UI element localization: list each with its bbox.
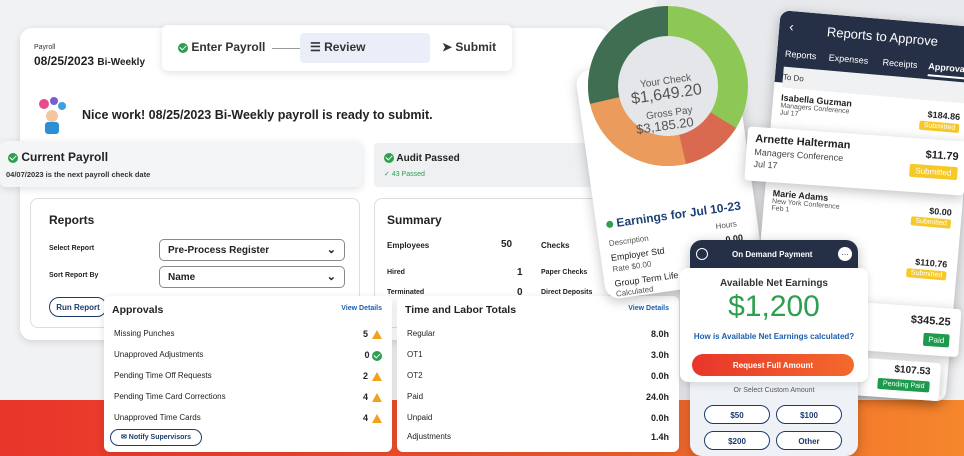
how-calculated-link[interactable]: How is Available Net Earnings calculated… xyxy=(680,332,868,341)
approvals-row[interactable]: Pending Time Card Corrections 4 xyxy=(104,392,392,403)
status-badge: Submitted xyxy=(906,268,947,281)
available-earnings-amount: $1,200 xyxy=(728,290,820,323)
step-review[interactable]: ☰ Review xyxy=(300,33,430,63)
run-report-button[interactable]: Run Report xyxy=(49,297,107,317)
list-icon: ☰ xyxy=(310,40,321,54)
approvals-row[interactable]: Missing Punches 5 xyxy=(104,329,392,340)
on-demand-title: On Demand Payment xyxy=(732,250,813,259)
status-badge: Paid xyxy=(922,332,950,348)
report-item[interactable]: Marie Adams New York Conference Feb 1 $0… xyxy=(770,188,953,244)
warning-icon xyxy=(372,414,382,424)
time-row: OT2 0.0h xyxy=(407,371,669,381)
terminated-label: Terminated xyxy=(387,289,425,296)
status-dot-icon xyxy=(605,220,614,229)
time-row: Adjustments 1.4h xyxy=(407,432,669,442)
chevron-down-icon: ⌄ xyxy=(326,244,336,256)
status-badge: Submitted xyxy=(909,163,958,181)
approvals-card: Approvals View Details Missing Punches 5 … xyxy=(104,296,392,452)
time-row: Paid 24.0h xyxy=(407,392,669,402)
warning-icon xyxy=(372,372,382,382)
chevron-down-icon: ⌄ xyxy=(326,271,336,283)
earnings-description-header: Description xyxy=(608,233,650,249)
amount-100-button[interactable]: $100 xyxy=(776,405,842,424)
approvals-title: Approvals xyxy=(112,304,164,316)
employees-value: 50 xyxy=(501,239,513,250)
checks-label: Checks xyxy=(541,241,570,250)
status-badge: Pending Paid xyxy=(877,377,930,393)
amount-other-button[interactable]: Other xyxy=(776,431,842,450)
warning-icon xyxy=(372,393,382,403)
time-row: OT1 3.0h xyxy=(407,350,669,360)
mail-icon: ✉ xyxy=(120,434,127,441)
sort-report-dropdown[interactable]: Name ⌄ xyxy=(159,266,345,288)
approvals-row[interactable]: Pending Time Off Requests 2 xyxy=(104,371,392,382)
time-row: Unpaid 0.0h xyxy=(407,413,669,423)
approvals-row[interactable]: Unapproved Adjustments 0 xyxy=(104,350,392,361)
time-labor-view-details[interactable]: View Details xyxy=(628,305,669,312)
user-icon[interactable] xyxy=(696,248,708,260)
check-circle-icon xyxy=(372,350,382,361)
request-full-amount-button[interactable]: Request Full Amount xyxy=(692,354,854,376)
available-earnings-card: Available Net Earnings $1,200 How is Ava… xyxy=(680,268,868,382)
hired-value: 1 xyxy=(517,267,523,278)
audit-passed-panel: Audit Passed ✓ 43 Passed xyxy=(374,143,610,187)
approvals-row[interactable]: Unapproved Time Cards 4 xyxy=(104,413,392,424)
hired-label: Hired xyxy=(387,269,405,276)
check-circle-icon xyxy=(384,153,394,164)
step-enter-payroll[interactable]: Enter Payroll xyxy=(178,40,265,54)
step-submit[interactable]: ➤ Submit xyxy=(442,40,496,54)
current-payroll-card[interactable]: Current Payroll 04/07/2023 is the next p… xyxy=(0,141,362,187)
approvals-view-details[interactable]: View Details xyxy=(341,305,382,312)
send-arrow-icon: ➤ xyxy=(442,40,453,54)
employees-label: Employees xyxy=(387,241,430,250)
payroll-stepper: Enter Payroll ☰ Review ➤ Submit xyxy=(162,25,512,71)
payroll-date-title: 08/25/2023 Bi-Weekly xyxy=(34,54,146,68)
check-circle-icon xyxy=(8,152,18,163)
earnings-hours-header: Hours xyxy=(715,219,738,232)
audit-passed-count: ✓ 43 Passed xyxy=(384,171,425,178)
payroll-label: Payroll xyxy=(34,44,56,51)
custom-amount-label: Or Select Custom Amount xyxy=(733,387,815,394)
step-divider xyxy=(272,48,300,49)
sort-report-label: Sort Report By xyxy=(49,272,99,279)
amount-50-button[interactable]: $50 xyxy=(704,405,770,424)
select-report-dropdown[interactable]: Pre-Process Register ⌄ xyxy=(159,239,345,261)
time-labor-title: Time and Labor Totals xyxy=(405,304,517,316)
check-circle-icon xyxy=(178,42,188,53)
celebration-balloons-icon xyxy=(32,96,72,136)
warning-icon xyxy=(372,330,382,340)
select-report-label: Select Report xyxy=(49,245,95,252)
paper-checks-label: Paper Checks xyxy=(541,269,588,276)
paycheck-donut-chart: Your Check $1,649.20 Gross Pay $3,185.20 xyxy=(585,0,751,200)
reports-title: Reports xyxy=(49,213,95,227)
ready-banner-text: Nice work! 08/25/2023 Bi-Weekly payroll … xyxy=(82,108,433,122)
time-labor-card: Time and Labor Totals View Details Regul… xyxy=(397,296,679,452)
time-row: Regular 8.0h xyxy=(407,329,669,339)
amount-200-button[interactable]: $200 xyxy=(704,431,770,450)
notify-supervisors-button[interactable]: ✉ Notify Supervisors xyxy=(110,429,202,446)
summary-title: Summary xyxy=(387,213,442,227)
available-earnings-label: Available Net Earnings xyxy=(720,278,828,289)
next-check-date: 04/07/2023 is the next payroll check dat… xyxy=(6,170,151,179)
chat-icon[interactable]: … xyxy=(838,247,852,261)
direct-deposits-label: Direct Deposits xyxy=(541,289,593,296)
